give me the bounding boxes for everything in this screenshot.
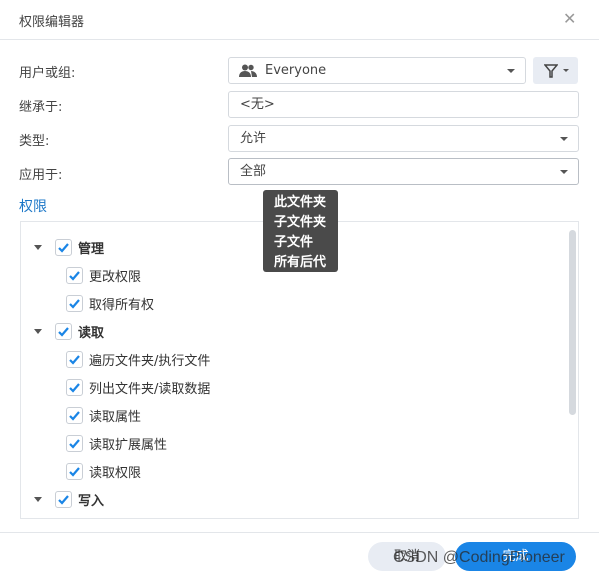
tooltip-line: 所有后代 [274,255,327,270]
checkbox[interactable] [66,406,83,424]
apply-value: 全部 [240,164,267,179]
tree-item: 读取属性 [66,405,141,425]
item-label: 列出文件夹/读取数据 [89,381,211,397]
apply-label: 应用于: [19,168,63,183]
tree-item: 取得所有权 [66,293,154,313]
caret-down-icon[interactable] [34,244,42,250]
type-select[interactable]: 允许 [228,125,579,152]
tree-group: 管理 [34,237,104,257]
tree-group: 写入 [34,489,104,509]
caret-down-icon[interactable] [34,328,42,334]
filter-button[interactable] [533,57,578,84]
checkbox[interactable] [66,266,83,284]
tree-group: 读取 [34,321,104,341]
type-label: 类型: [19,134,50,149]
checkbox[interactable] [66,378,83,396]
group-label: 读取 [78,325,105,341]
divider [0,39,599,40]
users-icon [239,64,257,77]
divider [0,532,599,533]
inherit-value: <无> [240,97,275,112]
group-label: 写入 [78,493,105,509]
dialog-title: 权限编辑器 [19,15,85,30]
tooltip-line: 子文件夹 [274,215,327,230]
tooltip: 此文件夹 子文件夹 子文件 所有后代 [263,190,338,272]
chevron-down-icon [507,69,515,73]
user-value: Everyone [265,63,327,78]
permissions-title: 权限 [19,199,47,215]
checkbox[interactable] [55,490,72,508]
checkbox[interactable] [55,238,72,256]
checkbox[interactable] [55,322,72,340]
inherit-label: 继承于: [19,100,63,115]
checkbox[interactable] [66,462,83,480]
inherit-field: <无> [228,91,579,118]
tree-item: 更改权限 [66,265,141,285]
item-label: 更改权限 [89,269,142,285]
caret-down-icon[interactable] [34,496,42,502]
group-label: 管理 [78,241,105,257]
tooltip-line: 子文件 [274,235,314,250]
tree-item: 遍历文件夹/执行文件 [66,349,210,369]
watermark: CSDN @CodingPioneer [393,549,565,566]
checkbox[interactable] [66,434,83,452]
checkbox[interactable] [66,350,83,368]
apply-select[interactable]: 全部 [228,158,579,185]
checkbox[interactable] [66,294,83,312]
tree-item: 读取权限 [66,461,141,481]
chevron-down-icon [560,137,568,141]
chevron-down-icon [563,69,569,72]
item-label: 读取扩展属性 [89,437,168,453]
checkbox[interactable] [66,519,83,520]
user-label: 用户或组: [19,66,76,81]
item-label: 取得所有权 [89,297,155,313]
item-label: 读取权限 [89,465,142,481]
item-label: 读取属性 [89,409,142,425]
close-icon[interactable]: ✕ [563,9,576,28]
filter-icon [544,64,558,78]
item-label: 遍历文件夹/执行文件 [89,353,211,369]
scrollbar[interactable] [569,230,576,415]
tree-item: 读取扩展属性 [66,433,167,453]
tree-item: 列出文件夹/读取数据 [66,377,210,397]
user-select[interactable]: Everyone [228,57,526,84]
chevron-down-icon [560,170,568,174]
type-value: 允许 [240,131,267,146]
tooltip-line: 此文件夹 [274,195,327,210]
tree-item [66,517,83,520]
